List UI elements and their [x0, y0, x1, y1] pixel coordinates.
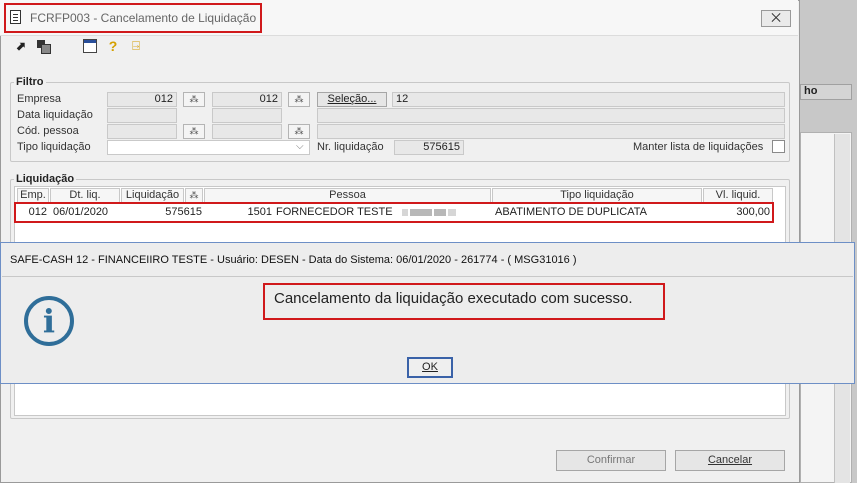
arrow-icon[interactable]: ⬈	[14, 39, 28, 53]
calendar-icon[interactable]	[83, 39, 97, 53]
background-column-header: ho	[800, 84, 852, 100]
data-liquidacao-end-field[interactable]	[212, 108, 282, 123]
empresa-label: Empresa	[17, 93, 62, 105]
data-liquidacao-extra-field	[317, 108, 785, 123]
nr-liquidacao-label: Nr. liquidação	[317, 141, 384, 153]
column-header-liquidacao[interactable]: Liquidação	[121, 188, 184, 203]
lookup-icon: ⁂	[189, 190, 199, 200]
column-header-emp[interactable]: Emp.	[17, 188, 49, 203]
tipo-liquidacao-label: Tipo liquidação	[17, 141, 91, 153]
dialog-title: SAFE-CASH 12 - FINANCEIIRO TESTE - Usuár…	[10, 254, 577, 266]
cod-pessoa-name-field	[317, 124, 785, 139]
column-header-tipo-liquidacao[interactable]: Tipo liquidação	[492, 188, 702, 203]
selecao-field[interactable]: 12	[392, 92, 785, 107]
empresa-end-lookup-button[interactable]: ⁂	[288, 92, 310, 107]
liquidacao-group-title: Liquidação	[14, 173, 77, 185]
row-highlight-box	[14, 202, 774, 223]
filtro-group-title: Filtro	[14, 76, 46, 88]
cancelar-button[interactable]: Cancelar	[675, 450, 785, 471]
column-header-dt-liq[interactable]: Dt. liq.	[50, 188, 120, 203]
nr-liquidacao-field[interactable]: 575615	[394, 140, 464, 155]
dialog-message: Cancelamento da liquidação executado com…	[274, 290, 633, 307]
info-icon: i	[24, 296, 74, 346]
window-title: FCRFP003 - Cancelamento de Liquidação	[30, 11, 257, 25]
dialog-divider	[2, 276, 853, 277]
column-header-pessoa[interactable]: Pessoa	[204, 188, 491, 203]
data-liquidacao-label: Data liquidação	[17, 109, 93, 121]
selecao-button[interactable]: Seleção...	[317, 92, 387, 107]
empresa-field[interactable]: 012	[107, 92, 177, 107]
chevron-down-icon[interactable]: ⌵	[296, 141, 304, 152]
empresa-end-field[interactable]: 012	[212, 92, 282, 107]
manter-lista-checkbox[interactable]	[772, 140, 785, 153]
stack-icon[interactable]	[36, 39, 51, 54]
cod-pessoa-end-lookup-button[interactable]: ⁂	[288, 124, 310, 139]
empresa-lookup-button[interactable]: ⁂	[183, 92, 205, 107]
exit-door-icon[interactable]: ⍈	[129, 39, 143, 53]
ok-button[interactable]: OK	[407, 357, 453, 378]
data-liquidacao-start-field[interactable]	[107, 108, 177, 123]
tipo-liquidacao-select[interactable]	[107, 140, 310, 155]
cod-pessoa-label: Cód. pessoa	[17, 125, 79, 137]
close-button[interactable]: ⨉	[761, 10, 791, 27]
cancelar-label: Cancelar	[707, 454, 753, 466]
cod-pessoa-lookup-button[interactable]: ⁂	[183, 124, 205, 139]
column-header-vl-liquid[interactable]: Vl. liquid.	[703, 188, 773, 203]
cod-pessoa-end-field[interactable]	[212, 124, 282, 139]
confirmar-button[interactable]: Confirmar	[556, 450, 666, 471]
confirmar-label: Confirmar	[586, 454, 636, 466]
manter-lista-label: Manter lista de liquidações	[633, 141, 764, 153]
cod-pessoa-start-field[interactable]	[107, 124, 177, 139]
help-icon[interactable]: ?	[106, 39, 120, 53]
document-icon	[10, 10, 21, 24]
column-header-lookup[interactable]: ⁂	[185, 188, 203, 203]
